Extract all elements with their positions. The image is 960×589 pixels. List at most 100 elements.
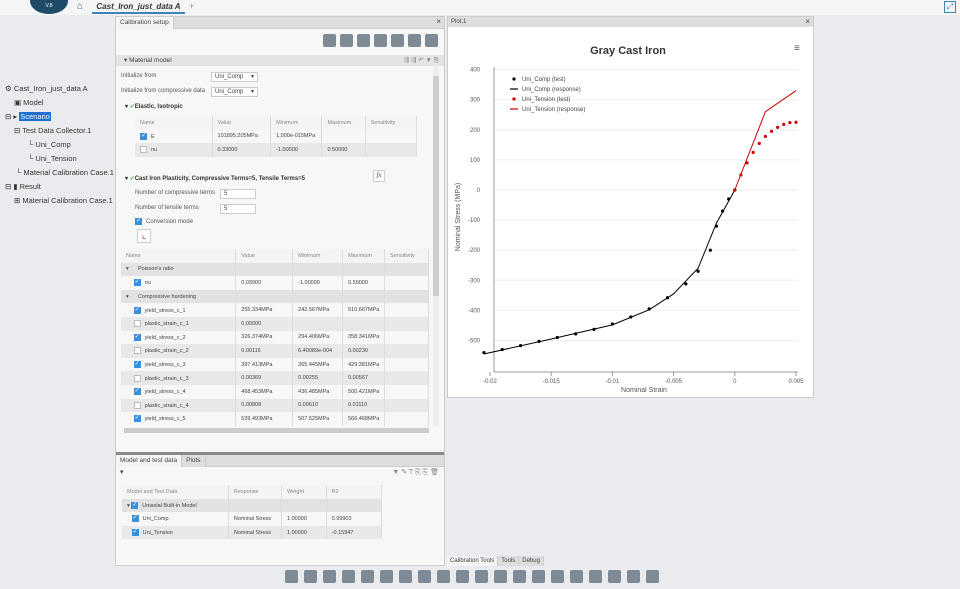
tree-item-model[interactable]: ▣ Model — [14, 96, 44, 110]
plasticity-header[interactable]: ▾ ✓Cast Iron Plasticity, Compressive Ter… — [125, 175, 305, 182]
group-row[interactable]: ▾ Uniaxial Built-in Model — [122, 498, 383, 513]
checkbox[interactable] — [140, 146, 147, 154]
curve-icon[interactable] — [408, 34, 421, 47]
toolbar-tool-icon[interactable] — [380, 570, 393, 583]
checkbox[interactable] — [133, 306, 141, 314]
curve-plot-button[interactable]: ⌞ — [137, 229, 151, 243]
table-row[interactable]: yield_stress_c_4 468.453MPa 436.485MPa 500.… — [121, 384, 429, 399]
checkbox[interactable] — [140, 132, 147, 140]
refresh-icon[interactable] — [391, 34, 404, 47]
table-row[interactable]: plastic_strain_c_1 0.00000 — [121, 316, 429, 331]
table-header[interactable]: Name Value Minimum Maximum Sensitivity — [121, 249, 429, 263]
init-comp-dropdown[interactable]: Uni_Comp — [211, 87, 258, 97]
filter-edit-copy-delete-icons[interactable]: ▼ ✎ T ⎘ ⎘ 🗑 — [392, 467, 439, 479]
toolbar-tool-icon[interactable] — [551, 570, 564, 583]
plot-stress-icon[interactable] — [357, 34, 370, 47]
tree-root[interactable]: ⚙ Cast_Iron_just_data A — [5, 82, 88, 96]
table-icon[interactable] — [425, 34, 438, 47]
toolbar-tool-icon[interactable] — [418, 570, 431, 583]
tab-calibration-setup[interactable]: Calibration setup — [116, 17, 174, 29]
table-header[interactable]: Model and Test Data Response Weight R2 — [122, 485, 383, 499]
tab-model-test-data[interactable]: Model and test data — [116, 455, 183, 467]
tree-item-result-calibration-case[interactable]: ⊞ Material Calibration Case.1 — [14, 194, 113, 208]
toolbar-tool-icon[interactable] — [513, 570, 526, 583]
toolbar-tool-icon[interactable] — [342, 570, 355, 583]
toolbar-tool-icon[interactable] — [361, 570, 374, 583]
checkbox[interactable] — [135, 217, 142, 225]
toolbar-tool-icon[interactable] — [570, 570, 583, 583]
checkbox[interactable] — [131, 501, 139, 509]
n-comp-stepper[interactable]: 5 — [220, 189, 256, 199]
table-row[interactable]: yield_stress_c_5 539.493MPa 507.525MPa 566.… — [121, 412, 429, 426]
table-row[interactable]: plastic_strain_c_2 0.00116 6.40089e-004 0.0… — [121, 344, 429, 358]
app-logo[interactable]: V.8 — [30, 0, 68, 14]
table-row[interactable]: plastic_strain_c_4 0.00808 0.00610 0.01110 — [121, 398, 429, 413]
tree-item-scenario[interactable]: ⊟ ▸ Scenario — [5, 110, 51, 124]
section-tools-icons[interactable]: ⇶ ⇶ ↶ ▼ ⎘ — [404, 55, 439, 66]
toolbar-tool-icon[interactable] — [437, 570, 450, 583]
material-icon[interactable] — [374, 34, 387, 47]
checkbox[interactable] — [133, 401, 141, 409]
toolbar-tool-icon[interactable] — [532, 570, 545, 583]
checkbox[interactable] — [133, 414, 141, 423]
table-row[interactable]: yield_stress_c_1 255.334MPa 242.567MPa 510.… — [121, 303, 429, 317]
elastic-header[interactable]: ▾ ✓Elastic, Isotropic — [125, 103, 183, 110]
plot-strain-icon[interactable] — [340, 34, 353, 47]
close-icon[interactable]: × — [805, 17, 810, 27]
checkbox[interactable] — [133, 374, 141, 382]
toolbar-tool-icon[interactable] — [494, 570, 507, 583]
toolbar-tool-icon[interactable] — [475, 570, 488, 583]
table-row[interactable]: plastic_strain_c_3 0.00369 0.00255 0.00567 — [121, 371, 429, 385]
tree-item-test-data-collector[interactable]: ⊟ Test Data Collector.1 — [14, 124, 91, 138]
tab-tools[interactable]: Tools — [498, 556, 520, 566]
tab-plot[interactable]: Plot.1 — [451, 19, 466, 25]
tree-item-calibration-case[interactable]: └ Material Calibration Case.1 — [16, 166, 114, 180]
vertical-scrollbar[interactable] — [433, 66, 439, 426]
table-row[interactable]: yield_stress_c_3 397.413MPa 365.445MPa 429.… — [121, 357, 429, 372]
checkbox[interactable] — [131, 528, 139, 537]
horizontal-scrollbar[interactable] — [124, 428, 429, 433]
toolbar-tool-icon[interactable] — [627, 570, 640, 583]
checkbox[interactable] — [131, 514, 139, 523]
tab-calibration-tools[interactable]: Calibration Tools — [447, 556, 499, 566]
home-icon[interactable]: ⌂ — [77, 1, 83, 12]
tab-plots[interactable]: Plots — [182, 455, 206, 467]
group-row[interactable]: ▾ Compressive hardening — [121, 289, 429, 304]
tree-item-uni-tension[interactable]: └ Uni_Tension — [28, 152, 77, 166]
expand-icon[interactable]: ⤢ — [944, 1, 956, 13]
document-tab[interactable]: Cast_Iron_just_data A — [92, 0, 185, 14]
toolbar-tool-icon[interactable] — [608, 570, 621, 583]
toolbar-tool-icon[interactable] — [285, 570, 298, 583]
toolbar-tool-icon[interactable] — [456, 570, 469, 583]
toolbar-tool-icon[interactable] — [589, 570, 602, 583]
table-row[interactable]: E 101895.205MPa 1.000e-015MPa — [135, 129, 418, 144]
checkbox[interactable] — [133, 320, 141, 328]
section-material-model[interactable]: ▾ Material model ⇶ ⇶ ↶ ▼ ⎘ — [116, 55, 444, 66]
formula-button[interactable]: fx — [373, 170, 385, 182]
checkbox[interactable] — [133, 387, 141, 396]
conversion-mode[interactable]: Conversion mode — [135, 217, 193, 225]
tree-item-uni-comp[interactable]: └ Uni_Comp — [28, 138, 71, 152]
n-tens-stepper[interactable]: 5 — [220, 204, 256, 214]
checkbox[interactable] — [133, 360, 141, 369]
toolbar-tool-icon[interactable] — [323, 570, 336, 583]
table-row[interactable]: yield_stress_c_2 326.374MPa 294.406MPa 358.… — [121, 330, 429, 345]
table-row[interactable]: nu 0.03900 -1.00000 0.50000 — [121, 276, 429, 290]
new-tab-icon[interactable]: + — [189, 1, 194, 11]
table-row[interactable]: Uni_Tension Nominal Stress 1.00000 -0.15947 — [122, 525, 383, 540]
group-row[interactable]: ▾ Poisson's ratio — [121, 262, 429, 277]
toolbar-tool-icon[interactable] — [646, 570, 659, 583]
table-header[interactable]: Name Value Minimum Maximum Sensitivity — [135, 116, 418, 130]
chart-icon[interactable] — [323, 34, 336, 47]
tree-item-result[interactable]: ⊟ ▮ Result — [5, 180, 41, 194]
checkbox[interactable] — [133, 347, 141, 355]
table-row[interactable]: nu 0.33000 -1.00000 0.50000 — [135, 143, 418, 157]
toolbar-tool-icon[interactable] — [304, 570, 317, 583]
checkbox[interactable] — [133, 333, 141, 341]
init-from-dropdown[interactable]: Uni_Comp — [211, 72, 258, 82]
tab-debug[interactable]: Debug — [519, 556, 544, 566]
menu-icon[interactable]: ≡ — [794, 43, 800, 54]
checkbox[interactable] — [133, 278, 141, 287]
table-row[interactable]: Uni_Comp Nominal Stress 1.00000 0.99903 — [122, 512, 383, 526]
toolbar-tool-icon[interactable] — [399, 570, 412, 583]
